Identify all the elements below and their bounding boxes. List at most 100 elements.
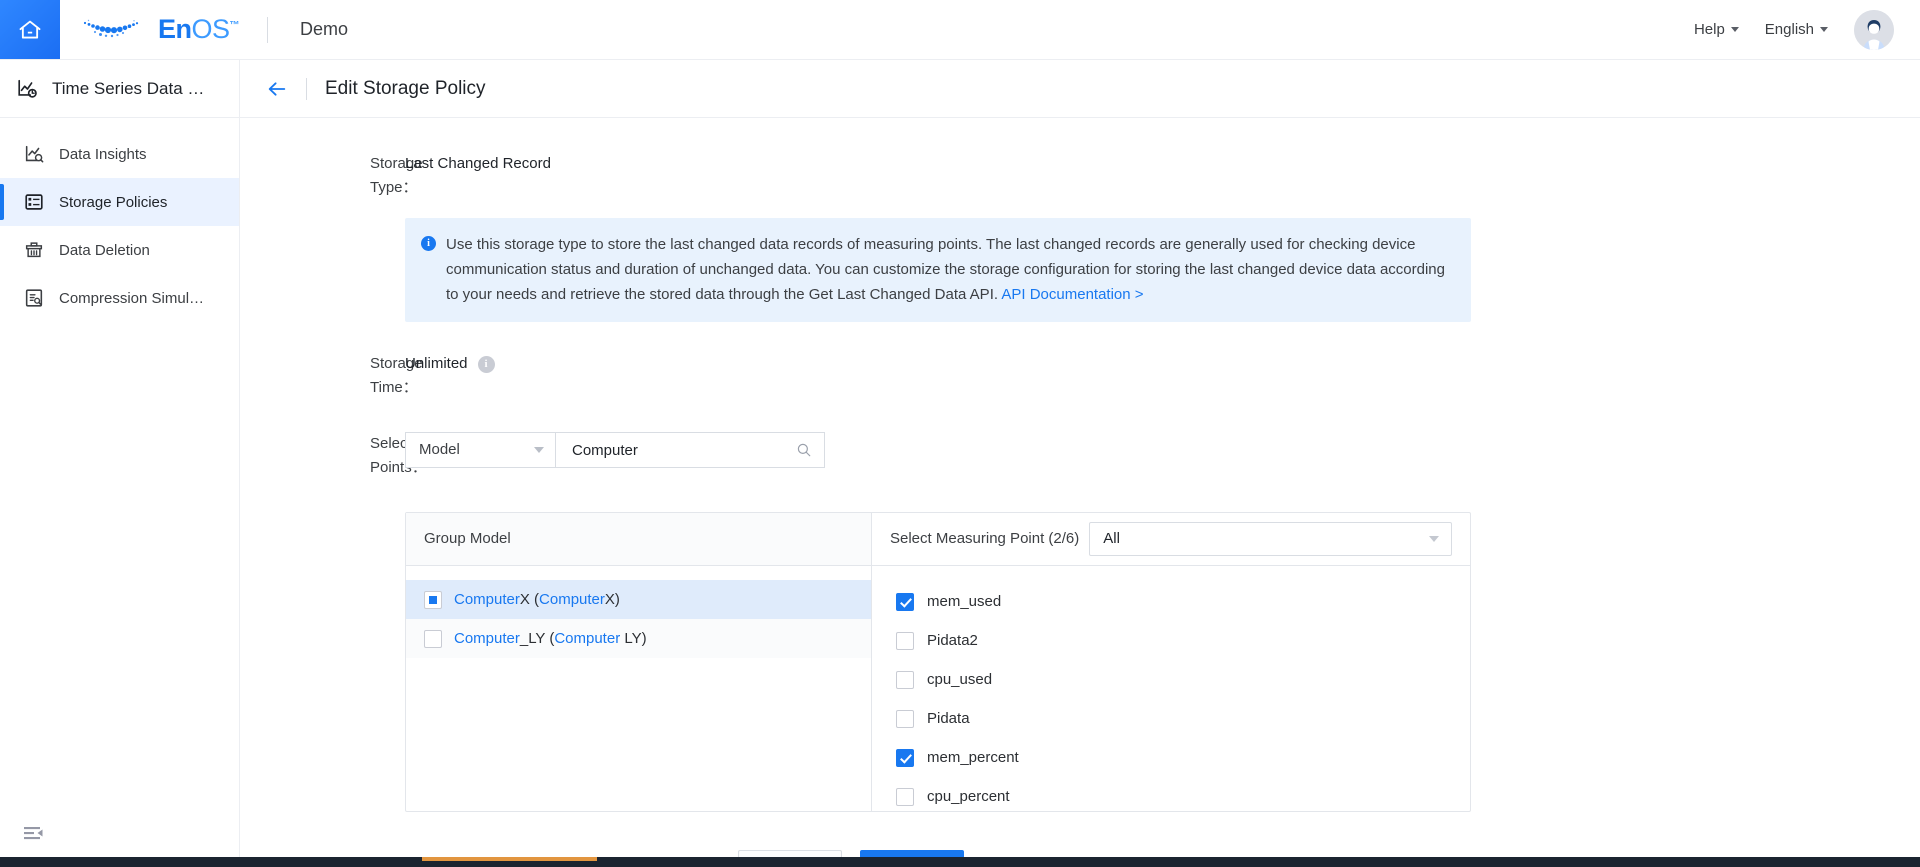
main-content: Edit Storage Policy Storage Type： Last C… <box>240 60 1920 867</box>
panel-wrapper: Group Model Select Measuring Point (2/6)… <box>395 510 1471 812</box>
sidebar-app-title-label: Time Series Data … <box>52 78 205 98</box>
tree-item-text-2: LY) <box>620 629 647 647</box>
measuring-point-label: Pidata <box>927 709 970 727</box>
user-avatar-icon <box>1854 9 1894 50</box>
language-label: English <box>1764 21 1814 38</box>
list-item[interactable]: mem_percent <box>896 738 1470 777</box>
tree-item-text: X ( <box>519 590 540 608</box>
banner-wrapper: i Use this storage type to store the las… <box>395 216 1471 322</box>
tree-item-label: Computer_LY (Computer LY) <box>454 627 647 651</box>
measuring-point-label: mem_used <box>927 592 1002 610</box>
list-item[interactable]: mem_used <box>896 582 1470 621</box>
search-box[interactable] <box>555 432 825 468</box>
banner-text-block: Use this storage type to store the last … <box>446 232 1453 307</box>
enos-swoosh-icon <box>83 19 139 37</box>
search-icon[interactable] <box>796 442 812 458</box>
measuring-point-header-area: Select Measuring Point (2/6) All <box>872 513 1470 565</box>
select-points-row: Select Points： Model <box>240 430 1920 480</box>
tree-item-checkbox[interactable] <box>424 629 442 648</box>
api-documentation-link[interactable]: API Documentation > <box>1001 286 1143 303</box>
storage-type-value: Last Changed Record <box>405 155 551 172</box>
page-header: Edit Storage Policy <box>240 60 1920 118</box>
tree-item-highlight: Computer <box>454 629 520 647</box>
trash-delete-icon <box>25 242 43 258</box>
measuring-points-list: mem_used Pidata2 cpu_used Pidata mem_per… <box>872 566 1470 811</box>
chevron-down-icon <box>1730 27 1739 32</box>
list-item[interactable]: Pidata <box>896 699 1470 738</box>
insights-chart-icon <box>25 145 44 163</box>
back-arrow-icon[interactable] <box>266 78 288 100</box>
brand-area: EnOS™ Demo <box>60 0 348 59</box>
storage-time-field: Unlimited i <box>395 350 495 376</box>
measuring-point-checkbox[interactable] <box>896 787 914 806</box>
home-button[interactable] <box>0 0 60 59</box>
info-banner: i Use this storage type to store the las… <box>405 218 1471 322</box>
list-item[interactable]: cpu_used <box>896 660 1470 699</box>
group-model-column-header: Group Model <box>406 513 872 565</box>
sidebar-item-label: Compression Simul… <box>59 289 205 307</box>
tree-item-label: ComputerX (ComputerX) <box>454 588 620 612</box>
measuring-point-label: mem_percent <box>927 748 1019 766</box>
storage-type-label: Storage Type： <box>370 155 423 196</box>
storage-time-row: Storage Time： Unlimited i <box>240 350 1920 400</box>
measuring-point-checkbox[interactable] <box>896 670 914 689</box>
measuring-point-checkbox[interactable] <box>896 709 914 728</box>
collapse-menu-icon[interactable] <box>22 821 46 845</box>
search-group: Model <box>405 432 825 468</box>
select-points-label: Select Points： <box>370 435 427 476</box>
measuring-point-label: Pidata2 <box>927 631 978 649</box>
header-divider <box>306 77 307 100</box>
brand-tm: ™ <box>229 20 240 31</box>
enos-logo[interactable]: EnOS™ <box>80 14 240 46</box>
app-root: EnOS™ Demo Help English Time Series Data… <box>0 0 1920 867</box>
chevron-down-icon <box>1429 536 1439 542</box>
brand-os: OS <box>191 14 231 44</box>
sidebar-item-data-insights[interactable]: Data Insights <box>0 130 239 178</box>
measuring-point-filter-select[interactable]: All <box>1089 522 1452 556</box>
chevron-down-icon <box>534 447 544 453</box>
search-input[interactable] <box>570 440 788 460</box>
sidebar-item-label: Data Deletion <box>59 241 150 259</box>
panel-spacer <box>240 510 395 512</box>
storage-time-value: Unlimited <box>405 355 468 372</box>
info-tooltip-icon[interactable]: i <box>477 355 495 373</box>
tree-item-highlight-2: Computer <box>554 629 621 647</box>
tree-item[interactable]: ComputerX (ComputerX) <box>406 580 871 619</box>
tree-item-checkbox[interactable] <box>424 590 442 609</box>
measuring-point-count-label: Select Measuring Point (2/6) <box>890 530 1080 547</box>
time-series-chart-icon <box>18 79 37 98</box>
banner-text: Use this storage type to store the last … <box>446 236 1445 303</box>
language-menu[interactable]: English <box>1765 21 1828 38</box>
help-menu[interactable]: Help <box>1694 21 1739 38</box>
tree-item[interactable]: Computer_LY (Computer LY) <box>406 619 871 658</box>
os-taskbar-strip <box>0 857 1920 867</box>
sidebar-item-storage-policies[interactable]: Storage Policies <box>0 178 239 226</box>
topbar-actions: Help English <box>1694 0 1920 59</box>
top-header-bar: EnOS™ Demo Help English <box>0 0 1920 60</box>
sidebar-app-title[interactable]: Time Series Data … <box>0 60 239 118</box>
group-model-tree: ComputerX (ComputerX) Computer_LY (Compu… <box>406 566 872 811</box>
tenant-name: Demo <box>300 19 349 39</box>
sidebar-item-compression-simulation[interactable]: Compression Simul… <box>0 274 239 322</box>
brand-divider <box>267 16 269 43</box>
sidebar-menu: Data Insights Storage Policies Data Dele… <box>0 118 239 322</box>
measuring-point-checkbox[interactable] <box>896 631 914 650</box>
tree-item-highlight: Computer <box>454 590 520 608</box>
scope-select[interactable]: Model <box>405 432 555 468</box>
measuring-point-checkbox[interactable] <box>896 592 914 611</box>
storage-type-row: Storage Type： Last Changed Record <box>240 150 1920 200</box>
tree-item-text-2: X) <box>604 590 620 608</box>
sidebar-item-data-deletion[interactable]: Data Deletion <box>0 226 239 274</box>
measuring-point-label: cpu_used <box>927 670 993 688</box>
tree-item-highlight-2: Computer <box>539 590 605 608</box>
brand-en: En <box>158 14 192 44</box>
info-banner-row: i Use this storage type to store the las… <box>240 216 1920 322</box>
page-title: Edit Storage Policy <box>325 77 486 99</box>
measuring-point-checkbox[interactable] <box>896 748 914 767</box>
compression-icon <box>25 289 43 307</box>
list-item[interactable]: Pidata2 <box>896 621 1470 660</box>
sidebar: Time Series Data … Data Insights Storage… <box>0 60 240 867</box>
taskbar-active-indicator <box>422 857 597 861</box>
list-item[interactable]: cpu_percent <box>896 777 1470 811</box>
avatar[interactable] <box>1854 9 1894 50</box>
